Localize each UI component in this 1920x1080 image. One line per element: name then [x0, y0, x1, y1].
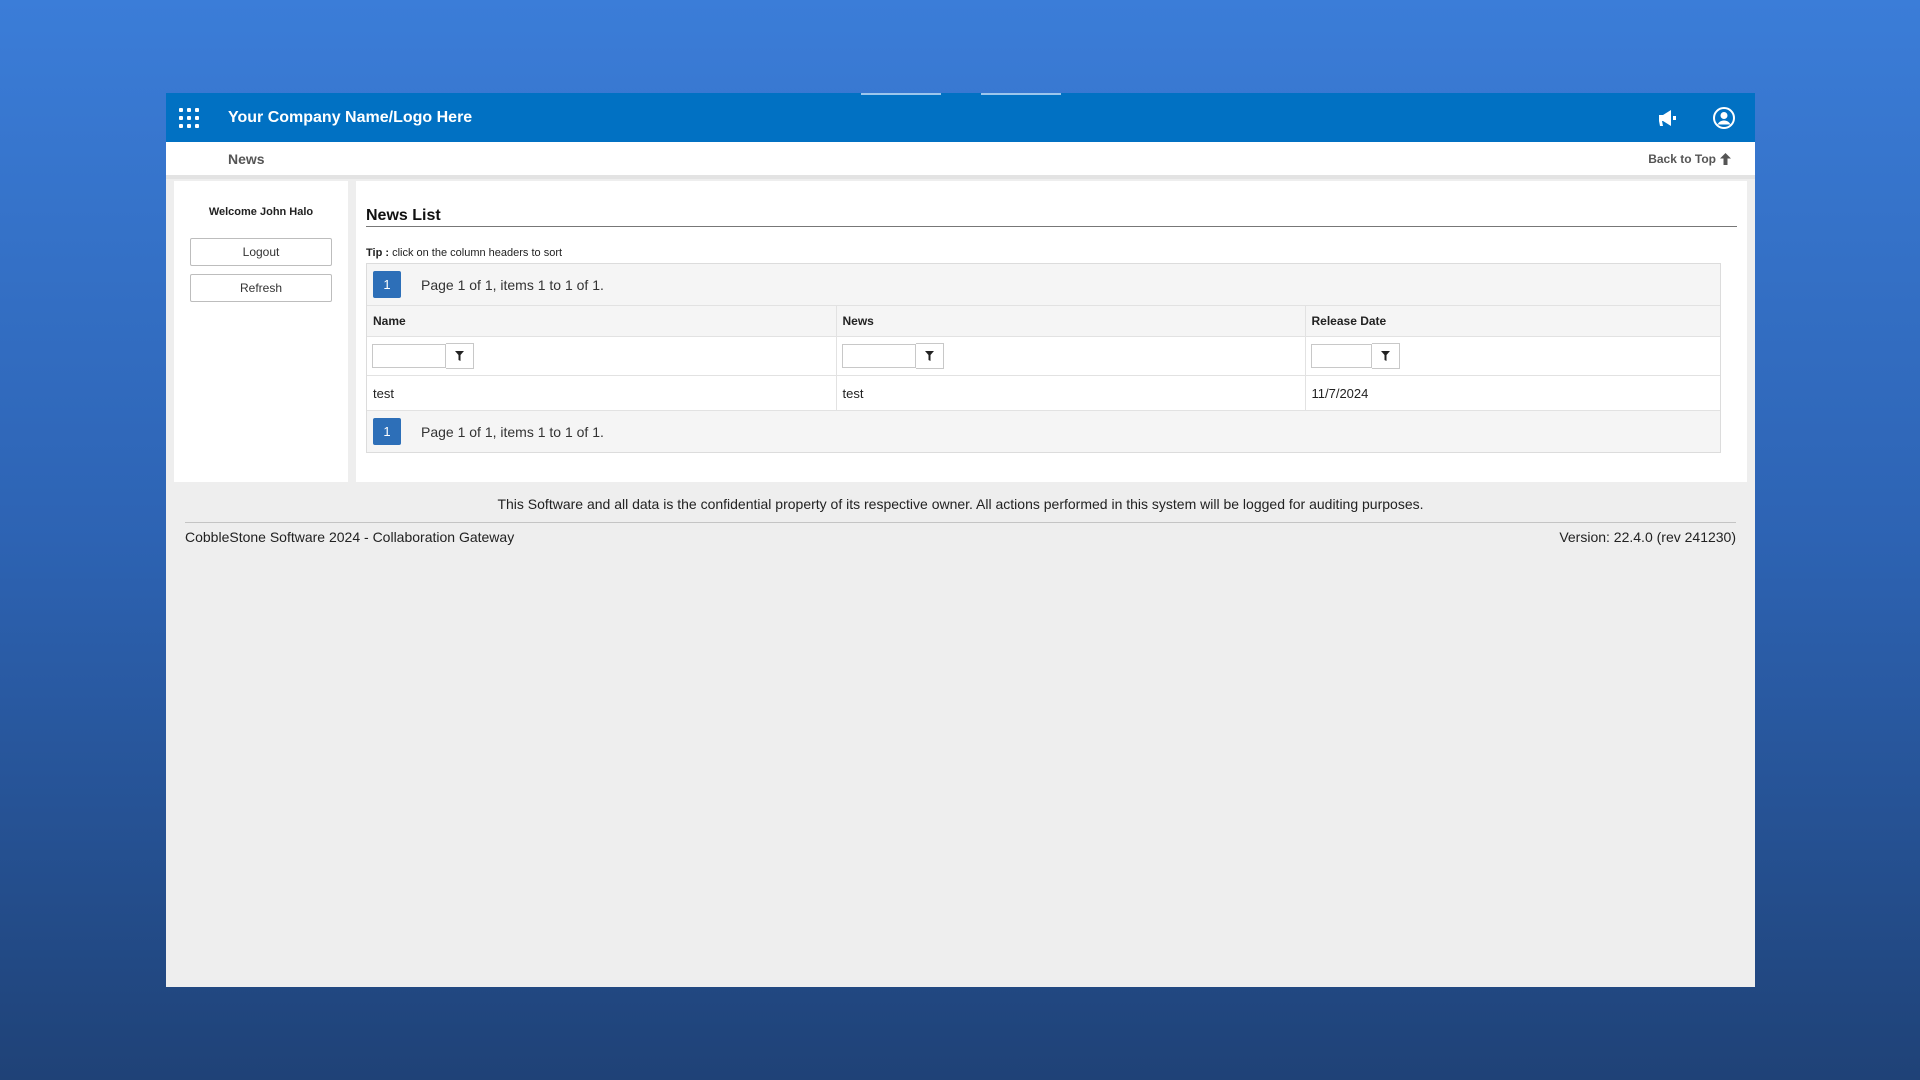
apps-grid-icon[interactable] — [179, 107, 199, 128]
filter-cell — [1304, 336, 1720, 376]
cell-news: test — [835, 375, 1305, 411]
breadcrumb[interactable]: News — [228, 151, 265, 167]
welcome-text: Welcome John Halo — [208, 206, 314, 218]
cell-name: test — [367, 375, 836, 411]
app-window: Your Company Name/Logo Here News Back to… — [166, 93, 1755, 987]
brand-name: Your Company Name/Logo Here — [228, 108, 473, 126]
column-header-name[interactable]: Name — [367, 305, 836, 337]
news-table: Name News Release Date test test 11/7/20… — [367, 305, 1720, 411]
table-row[interactable]: test test 11/7/2024 — [367, 375, 1720, 411]
filter-row — [367, 336, 1720, 376]
release-date-filter-input[interactable] — [1310, 344, 1372, 368]
tab-indicator — [861, 93, 941, 95]
content-area: Welcome John Halo Logout Refresh News Li… — [166, 181, 1755, 482]
logout-button[interactable]: Logout — [190, 238, 332, 266]
filter-icon[interactable] — [446, 343, 474, 369]
tip-label: Tip : — [366, 247, 390, 259]
filter-icon[interactable] — [915, 343, 944, 369]
column-header-release-date[interactable]: Release Date — [1304, 305, 1720, 337]
news-filter — [841, 343, 944, 369]
name-filter-input[interactable] — [372, 344, 446, 368]
news-filter-input[interactable] — [841, 344, 916, 368]
header-row: Name News Release Date — [367, 305, 1720, 337]
footer-product: CobbleStone Software 2024 - Collaboratio… — [185, 529, 515, 545]
megaphone-icon[interactable] — [1655, 105, 1681, 131]
sub-bar: News Back to Top — [166, 142, 1755, 179]
pager-top: 1 Page 1 of 1, items 1 to 1 of 1. — [367, 264, 1720, 305]
tip-text: Tip : click on the column headers to sor… — [366, 247, 1737, 259]
news-grid: 1 Page 1 of 1, items 1 to 1 of 1. Name N… — [366, 263, 1721, 453]
filter-icon[interactable] — [1371, 343, 1400, 369]
sidebar: Welcome John Halo Logout Refresh — [174, 181, 348, 482]
arrow-up-icon — [1720, 152, 1731, 165]
confidentiality-notice: This Software and all data is the confid… — [497, 496, 1424, 512]
page-button[interactable]: 1 — [373, 271, 401, 298]
filter-cell — [835, 336, 1305, 376]
pager-info: Page 1 of 1, items 1 to 1 of 1. — [421, 276, 604, 293]
back-to-top-link[interactable]: Back to Top — [1648, 152, 1731, 166]
cell-release-date: 11/7/2024 — [1304, 375, 1720, 411]
pager-info: Page 1 of 1, items 1 to 1 of 1. — [421, 423, 604, 440]
refresh-button[interactable]: Refresh — [190, 274, 332, 302]
page-title: News List — [366, 207, 1737, 227]
name-filter — [372, 343, 474, 369]
tab-indicator — [981, 93, 1061, 95]
release-date-filter — [1310, 343, 1400, 369]
filter-cell — [367, 336, 836, 376]
tip-body: click on the column headers to sort — [389, 247, 563, 259]
top-bar: Your Company Name/Logo Here — [166, 93, 1755, 142]
footer-version: Version: 22.4.0 (rev 241230) — [1559, 529, 1736, 545]
pager-bottom: 1 Page 1 of 1, items 1 to 1 of 1. — [367, 411, 1720, 452]
footer: CobbleStone Software 2024 - Collaboratio… — [185, 522, 1736, 545]
news-panel: News List Tip : click on the column head… — [356, 181, 1747, 482]
column-header-news[interactable]: News — [835, 305, 1305, 337]
back-to-top-label: Back to Top — [1648, 151, 1716, 166]
user-account-icon[interactable] — [1711, 105, 1737, 131]
page-button[interactable]: 1 — [373, 418, 401, 445]
